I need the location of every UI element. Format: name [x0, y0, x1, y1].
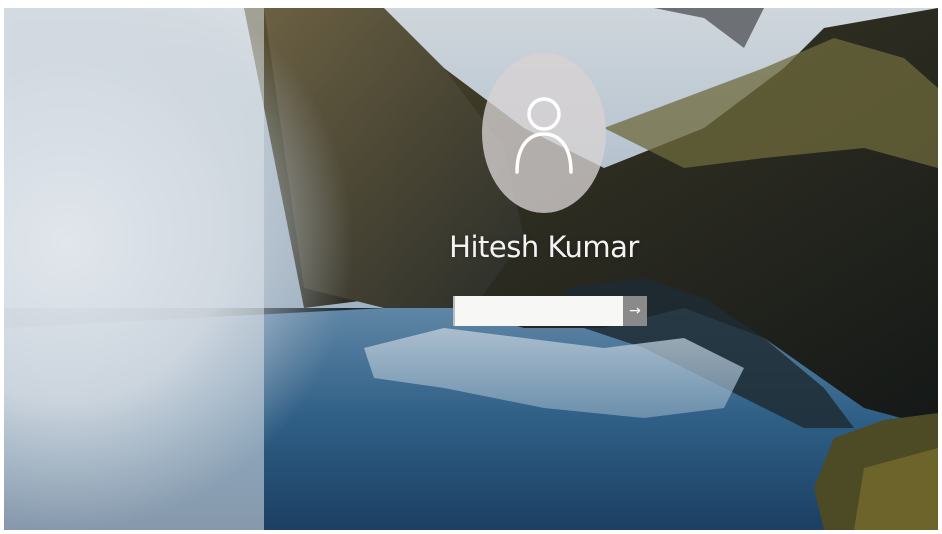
arrow-right-icon: → — [629, 303, 641, 319]
password-input[interactable] — [453, 296, 623, 326]
submit-button[interactable]: → — [623, 296, 647, 326]
background-wallpaper — [4, 8, 938, 530]
user-avatar — [482, 53, 606, 213]
lock-screen: Hitesh Kumar → — [4, 8, 938, 530]
password-row: → — [453, 296, 647, 326]
username-label: Hitesh Kumar — [449, 230, 639, 264]
user-silhouette-icon — [515, 97, 573, 174]
